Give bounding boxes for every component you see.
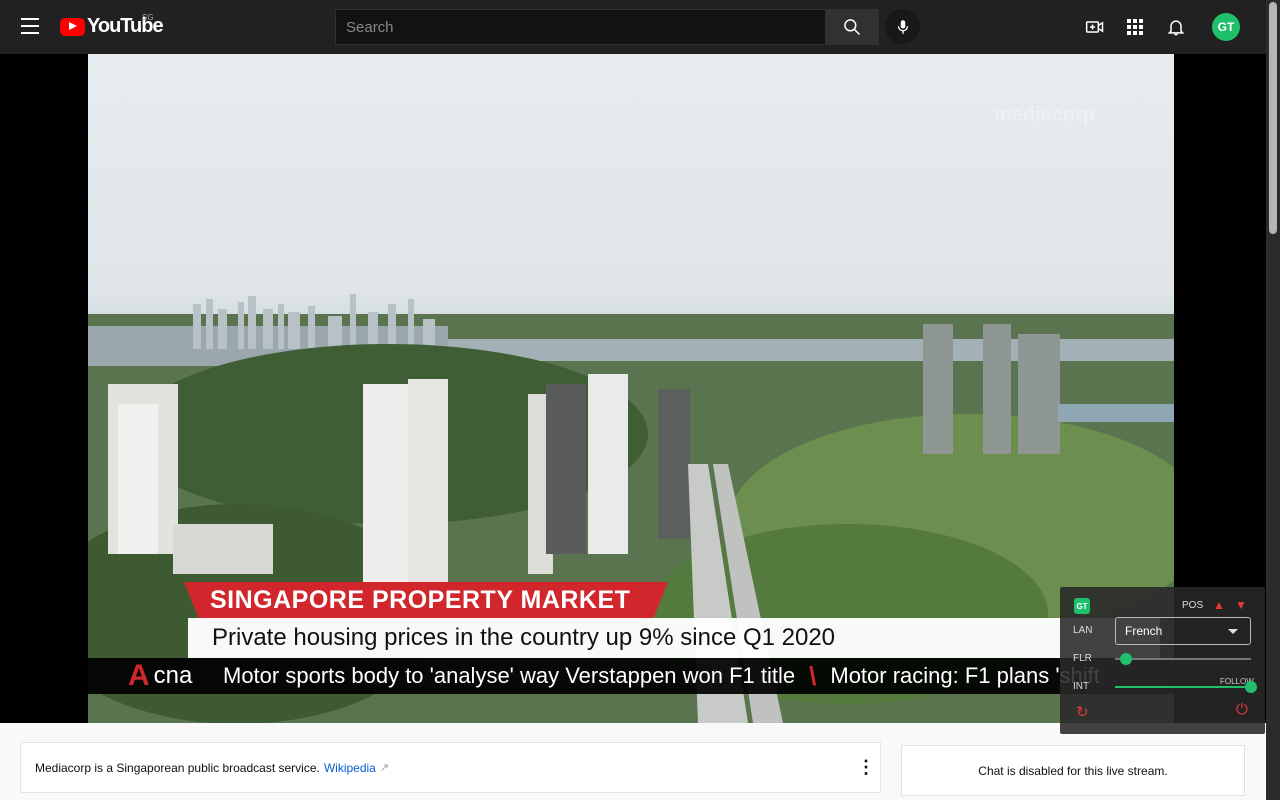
ticker-separator: \ [809,660,817,691]
font-size-slider-handle[interactable] [1119,653,1132,665]
translator-extension-panel: GT POS ▲ ▼ LAN French FLR INT FOLLOW ↻ ⏻ [1060,587,1265,734]
more-options-icon[interactable]: ⋮ [857,758,875,776]
subheadline-banner: Private housing prices in the country up… [188,618,1160,658]
search-button[interactable] [825,9,879,45]
font-size-slider-track[interactable] [1115,658,1251,660]
create-video-button[interactable] [1083,15,1107,39]
microphone-icon [897,19,908,34]
interval-label: INT [1073,681,1090,692]
font-size-label: FLR [1073,653,1092,664]
video-frame[interactable]: mediacorp SINGAPORE PROPERTY MARKET Priv… [88,54,1174,723]
translator-logo: GT [1074,598,1090,614]
menu-icon[interactable] [21,18,39,34]
broadcaster-watermark: mediacorp [994,104,1096,126]
position-label: POS [1182,600,1204,611]
chat-disabled-message: Chat is disabled for this live stream. [978,763,1168,778]
page-scrollbar[interactable] [1266,0,1280,800]
search-bar [335,9,879,45]
info-description: Mediacorp is a Singaporean public broadc… [35,760,320,775]
youtube-play-icon [60,17,85,36]
bell-icon [1167,20,1185,36]
ticker-item: Motor sports body to 'analyse' way Verst… [223,663,796,688]
news-ticker: A cna Motor sports body to 'analyse' way… [88,658,1174,694]
apps-grid-icon [1127,19,1143,35]
apps-button[interactable] [1123,15,1147,39]
external-link-icon: ↗ [379,762,390,774]
headline-text: SINGAPORE PROPERTY MARKET [210,585,631,614]
scrollbar-thumb[interactable] [1269,2,1277,234]
chevron-down-icon [1228,629,1238,634]
video-camera-plus-icon [1085,21,1104,33]
youtube-logo[interactable]: YouTube SG [60,13,164,38]
voice-search-button[interactable] [885,9,920,44]
cna-logo-text: cna [153,662,193,689]
refresh-icon[interactable]: ↻ [1076,703,1089,721]
cna-logo: A cna [88,661,223,691]
language-label: LAN [1073,625,1093,636]
interval-slider-handle[interactable] [1245,681,1257,693]
power-icon[interactable]: ⏻ [1236,701,1248,718]
move-up-icon[interactable]: ▲ [1213,598,1225,612]
subheadline-text: Private housing prices in the country up… [212,624,836,651]
move-down-icon[interactable]: ▼ [1235,598,1247,612]
info-panel: Mediacorp is a Singaporean public broadc… [20,742,881,793]
language-select[interactable]: French [1115,617,1251,645]
region-code: SG [142,13,154,22]
chat-panel: Chat is disabled for this live stream. [901,745,1245,796]
wikipedia-link[interactable]: Wikipedia [324,761,376,775]
account-avatar[interactable]: GT [1212,13,1240,41]
top-header: YouTube SG GT [0,0,1266,54]
notifications-button[interactable] [1164,15,1188,39]
headline-banner: SINGAPORE PROPERTY MARKET [184,582,668,618]
language-value: French [1125,624,1163,638]
interval-slider-track[interactable] [1115,686,1251,688]
search-icon [844,19,861,36]
cna-logo-mark: A [128,659,150,692]
search-input[interactable] [335,9,825,45]
